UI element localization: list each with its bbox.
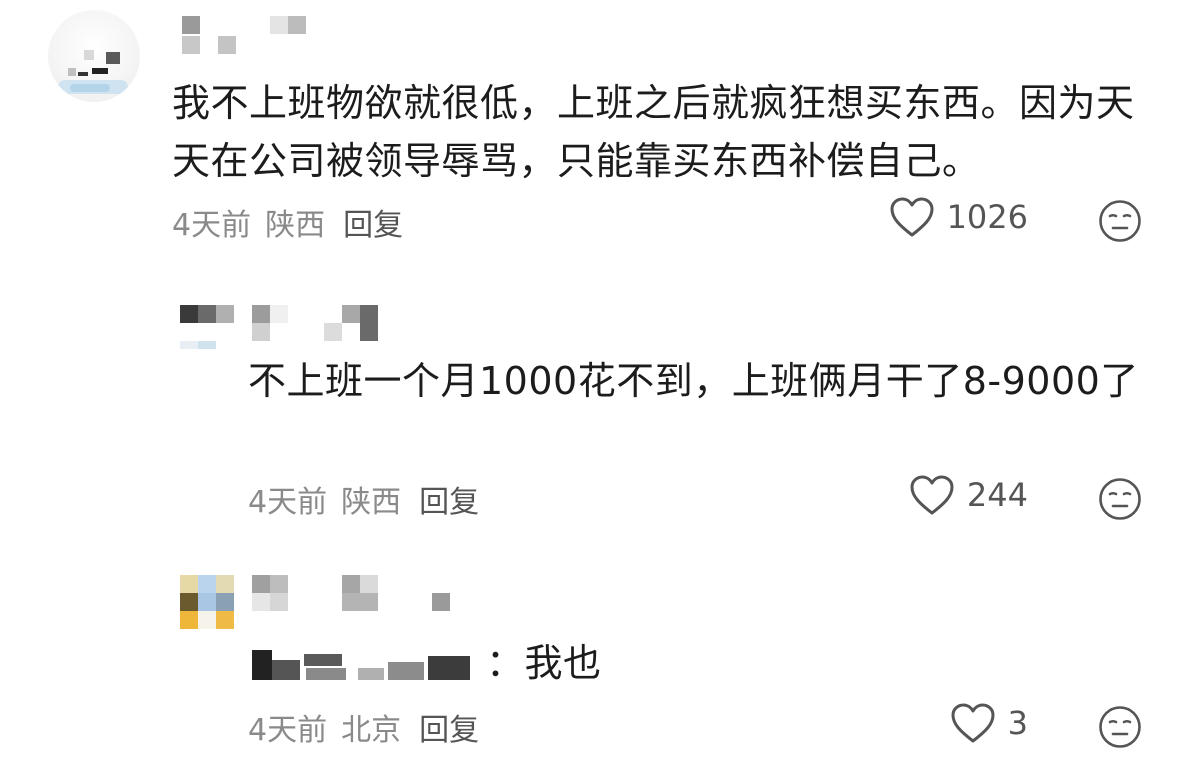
neutral-face-icon <box>1099 706 1141 748</box>
reply-button[interactable]: 回复 <box>343 200 403 244</box>
username-pixel <box>182 16 200 34</box>
username-pixel <box>270 575 288 593</box>
username-pixel <box>252 323 270 341</box>
avatar-pixel <box>198 575 216 593</box>
reply-text: ：我也 <box>248 634 1148 692</box>
avatar-pixel <box>106 52 120 64</box>
reply-meta: 4天前 陕西 回复 <box>248 477 479 521</box>
username-pixel <box>270 593 288 611</box>
heart-outline-icon <box>910 475 954 515</box>
username-pixel <box>252 305 270 323</box>
avatar[interactable] <box>48 10 140 102</box>
comment-location: 陕西 <box>265 208 326 243</box>
mention-pixel <box>428 656 470 680</box>
username-pixel <box>342 575 360 593</box>
avatar-pixel <box>198 593 216 611</box>
avatar-pixel <box>216 575 234 593</box>
like-button[interactable]: 244 <box>909 474 1028 516</box>
avatar-pixel <box>216 593 234 611</box>
avatar[interactable] <box>180 575 236 631</box>
username-pixel <box>270 305 288 323</box>
reply-time: 4天前 <box>248 713 328 748</box>
dislike-button[interactable] <box>1098 477 1142 521</box>
username-pixel <box>252 593 270 611</box>
avatar-pixel <box>216 305 234 323</box>
dislike-button[interactable] <box>1098 199 1142 243</box>
reply-location: 北京 <box>341 713 402 748</box>
mention-pixel <box>358 668 384 680</box>
avatar-pixel <box>180 305 198 323</box>
avatar-pixel <box>198 341 216 349</box>
heart-outline-icon <box>890 197 934 237</box>
avatar-pixel <box>216 611 234 629</box>
avatar-pixel <box>92 68 108 74</box>
like-button[interactable]: 3 <box>950 702 1028 744</box>
like-count: 3 <box>1007 704 1028 742</box>
avatar[interactable] <box>180 305 236 351</box>
avatar-pixel <box>180 575 198 593</box>
heart-outline-icon <box>951 703 995 743</box>
like-button[interactable]: 1026 <box>889 196 1028 238</box>
username-pixel <box>288 16 306 34</box>
username-pixel <box>182 36 200 54</box>
username-redacted[interactable] <box>252 305 382 345</box>
username-pixel <box>218 36 236 54</box>
avatar-pixel <box>84 50 94 60</box>
mention-pixel <box>306 668 346 680</box>
avatar-pixel <box>180 611 198 629</box>
username-pixel <box>342 305 360 323</box>
avatar-pixel <box>70 84 110 92</box>
comment-time: 4天前 <box>172 208 252 243</box>
username-pixel <box>360 575 378 593</box>
avatar-pixel <box>68 68 76 76</box>
avatar-pixel <box>180 341 198 349</box>
reply-time: 4天前 <box>248 485 328 520</box>
reply-button[interactable]: 回复 <box>419 477 479 521</box>
avatar-pixel <box>180 593 198 611</box>
username-pixel <box>324 323 342 341</box>
neutral-face-icon <box>1099 478 1141 520</box>
avatar-pixel <box>198 611 216 629</box>
username-pixel <box>252 575 270 593</box>
username-pixel <box>360 305 378 341</box>
comment-text: 我不上班物欲就很低，上班之后就疯狂想买东西。因为天天在公司被领导辱骂，只能靠买东… <box>172 81 1135 183</box>
reply-meta: 4天前 北京 回复 <box>248 705 479 749</box>
username-redacted[interactable] <box>252 575 452 615</box>
mention-pixel <box>388 662 424 680</box>
mention-pixel <box>272 660 300 680</box>
comment-meta: 4天前 陕西 回复 <box>172 200 403 244</box>
username-pixel <box>432 593 450 611</box>
mention-pixel <box>304 654 342 666</box>
like-count: 244 <box>966 476 1028 514</box>
reply-text: 不上班一个月1000花不到，上班俩月干了8-9000了 <box>248 359 1139 403</box>
like-count: 1026 <box>946 198 1028 236</box>
dislike-button[interactable] <box>1098 705 1142 749</box>
reply-button[interactable]: 回复 <box>419 705 479 749</box>
mention-redacted[interactable] <box>248 642 484 682</box>
username-redacted[interactable] <box>182 16 312 56</box>
mention-pixel <box>252 650 272 680</box>
neutral-face-icon <box>1099 200 1141 242</box>
avatar-pixel <box>78 72 88 76</box>
avatar-pixel <box>198 305 216 323</box>
reply-text-suffix: ：我也 <box>486 641 602 685</box>
username-pixel <box>342 593 378 611</box>
reply-location: 陕西 <box>341 485 402 520</box>
username-pixel <box>270 16 288 34</box>
